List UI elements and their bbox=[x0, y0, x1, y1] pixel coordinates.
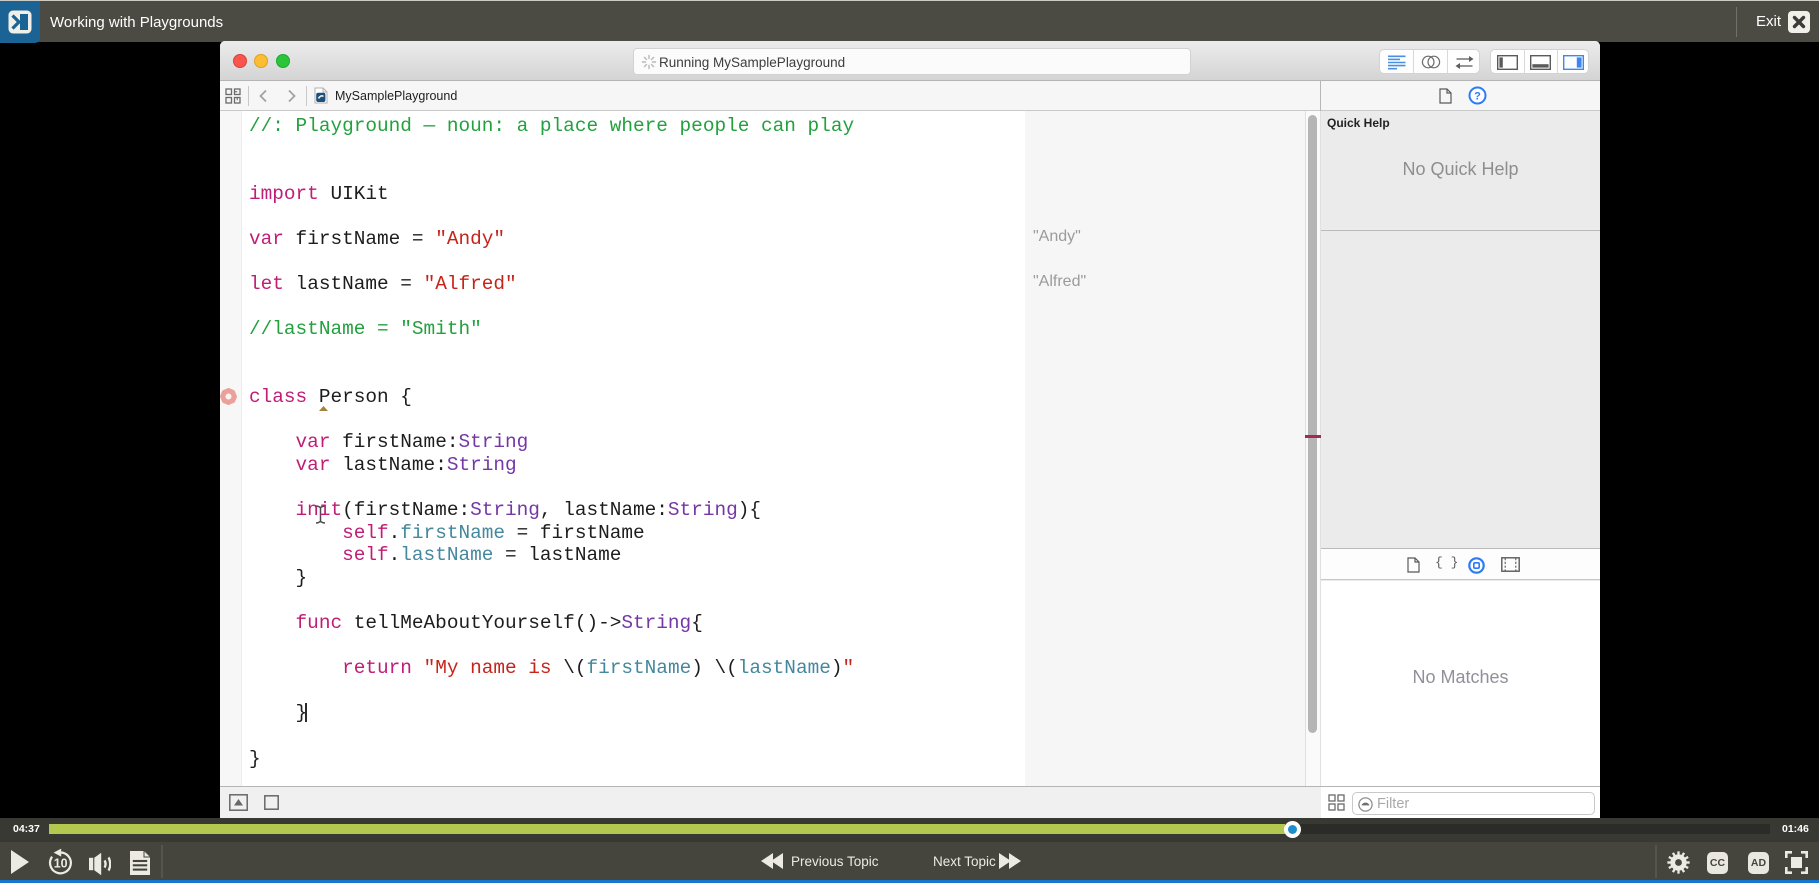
svg-text:?: ? bbox=[1474, 91, 1481, 103]
svg-text:10: 10 bbox=[54, 857, 68, 871]
